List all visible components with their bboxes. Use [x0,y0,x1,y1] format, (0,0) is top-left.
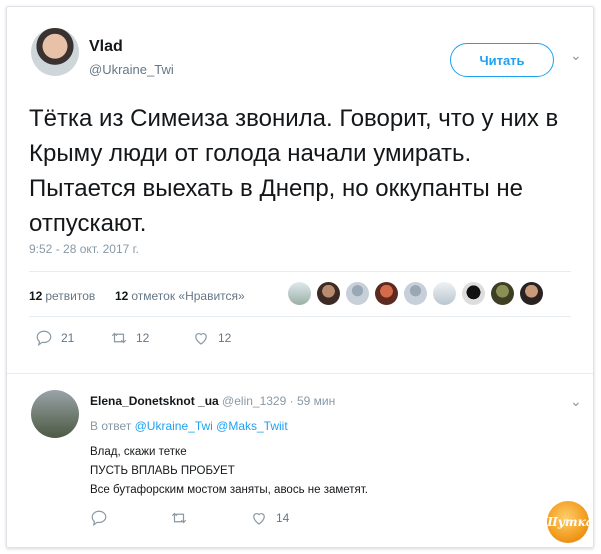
reply-line: Все бутафорским мостом заняты, авось не … [90,484,368,496]
reply-author-avatar[interactable] [31,390,79,438]
chevron-down-icon[interactable]: ⌄ [570,393,582,410]
reply-line: ПУСТЬ ВПЛАВЬ ПРОБУЕТ [90,465,235,477]
reply-like-action[interactable]: 14 [250,509,289,527]
tweet-timestamp[interactable]: 9:52 - 28 окт. 2017 г. [29,242,139,256]
liker-avatar[interactable] [288,282,311,305]
tweet-text: Тётка из Симеиза звонила. Говорит, что у… [29,105,559,237]
liker-avatar[interactable] [462,282,485,305]
reply-time[interactable]: · 59 мин [290,394,336,408]
author-name[interactable]: Vlad [89,38,123,56]
liker-avatar[interactable] [520,282,543,305]
liker-avatar[interactable] [404,282,427,305]
retweet-icon [171,512,187,524]
reply-action[interactable]: 21 [35,329,74,347]
author-handle[interactable]: @Ukraine_Twi [89,62,174,77]
reply-text: Влад, скажи тетке ПУСТЬ ВПЛАВЬ ПРОБУЕТ В… [90,443,368,500]
reply-retweet-action[interactable] [170,509,188,527]
reply-like-count: 14 [276,511,290,525]
reply-icon [36,330,52,347]
retweet-icon [111,332,127,344]
watermark-logo: Шутка [543,501,594,543]
likes-label: отметок «Нравится» [131,289,245,303]
like-action[interactable]: 12 [192,329,231,347]
reply-count: 21 [61,331,75,345]
retweet-count: 12 [136,331,150,345]
reply-to-handles[interactable]: @Ukraine_Twi @Maks_Twiit [135,419,288,433]
liker-avatar[interactable] [317,282,340,305]
reply-to-line: В ответ @Ukraine_Twi @Maks_Twiit [90,419,288,433]
likes-count: 12 [115,289,129,303]
reply-prefix: В ответ [90,419,132,433]
divider [29,271,571,272]
liker-avatar[interactable] [491,282,514,305]
reply-icon [91,510,107,527]
liker-avatar[interactable] [375,282,398,305]
retweet-action[interactable]: 12 [110,329,149,347]
follow-button[interactable]: Читать [450,43,554,77]
tweet-card: Vlad @Ukraine_Twi Читать ⌄ Тётка из Симе… [6,6,594,548]
divider [7,373,593,374]
reply-author-name[interactable]: Elena_Donetsknot _ua [90,394,219,408]
reply-line: Влад, скажи тетке [90,446,187,458]
reply-header: Elena_Donetsknot _ua @elin_1329 · 59 мин [90,394,335,408]
heart-icon [195,333,207,345]
reply-reply-action[interactable] [90,509,108,527]
likes-stat[interactable]: 12 отметок «Нравится» [115,289,245,303]
like-count: 12 [218,331,232,345]
liker-avatar[interactable] [433,282,456,305]
retweets-label: ретвитов [45,289,96,303]
retweets-count: 12 [29,289,43,303]
liker-avatar[interactable] [346,282,369,305]
reply-author-handle[interactable]: @elin_1329 [222,394,286,408]
heart-icon [253,513,265,525]
author-avatar[interactable] [31,28,79,76]
chevron-down-icon[interactable]: ⌄ [570,47,582,64]
divider [29,316,571,317]
retweets-stat[interactable]: 12 ретвитов [29,289,95,303]
